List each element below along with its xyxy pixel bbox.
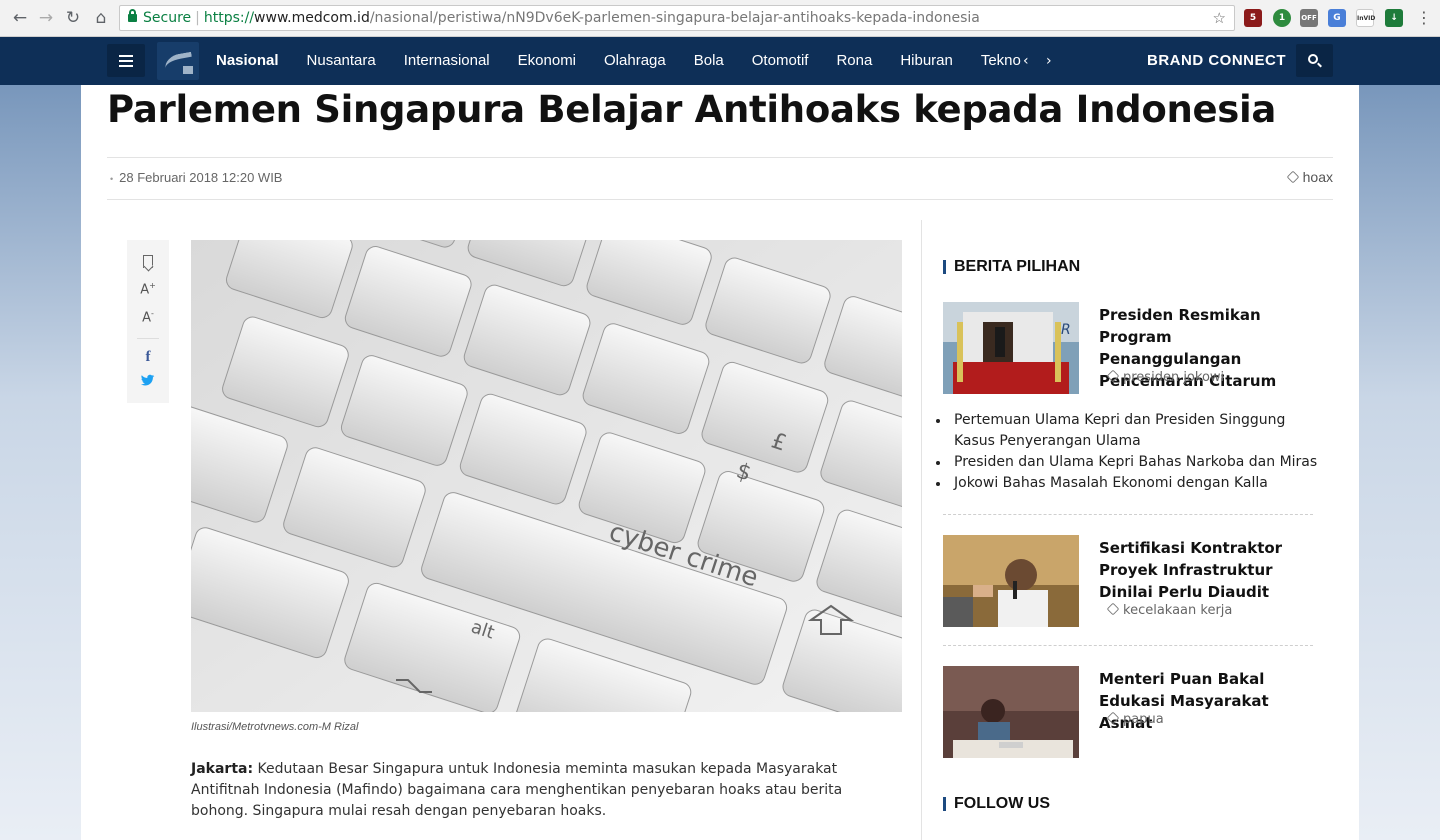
- bullet-dot: •: [110, 174, 114, 184]
- extension-green-icon[interactable]: 1: [1273, 9, 1291, 27]
- nav-item-ekonomi[interactable]: Ekonomi: [518, 37, 576, 85]
- nav-item-otomotif[interactable]: Otomotif: [752, 37, 809, 85]
- font-decrease-sign: -: [151, 309, 154, 318]
- related-news-item[interactable]: Jokowi Bahas Masalah Ekonomi dengan Kall…: [936, 473, 1326, 494]
- off-icon[interactable]: OFF: [1300, 9, 1318, 27]
- news-tag-link[interactable]: papua: [1106, 711, 1164, 727]
- font-increase-button[interactable]: A+: [127, 281, 169, 297]
- brand-connect-link[interactable]: BRAND CONNECT: [1147, 37, 1286, 85]
- article-lead: Jakarta: Kedutaan Besar Singapura untuk …: [191, 759, 881, 822]
- news-tag-label: presiden jokowi: [1123, 370, 1225, 385]
- lock-icon: [128, 9, 137, 22]
- font-increase-label: A: [140, 282, 150, 298]
- bookmark-star-icon[interactable]: ☆: [1213, 6, 1226, 30]
- search-icon[interactable]: [1296, 44, 1333, 77]
- nav-item-bola[interactable]: Bola: [694, 37, 724, 85]
- tag-icon: [1286, 170, 1300, 184]
- forward-icon[interactable]: →: [36, 8, 56, 28]
- home-icon[interactable]: ⌂: [91, 8, 111, 28]
- nav-item-olahraga[interactable]: Olahraga: [604, 37, 666, 85]
- download-icon[interactable]: ↓: [1385, 9, 1403, 27]
- dashed-divider: [943, 645, 1313, 646]
- secure-label: Secure: [143, 10, 192, 26]
- reload-icon[interactable]: ↻: [63, 8, 83, 28]
- browser-toolbar: ← → ↻ ⌂ Secure | https://www.medcom.id/nas…: [0, 0, 1440, 37]
- tag-icon: [1106, 369, 1120, 383]
- extension-green-badge: 1: [1278, 13, 1286, 23]
- news-tag-label: kecelakaan kerja: [1123, 603, 1233, 618]
- browser-menu-icon[interactable]: ⋮: [1416, 8, 1432, 27]
- url-path: /nasional/peristiwa/nN9Dv6eK-parlemen-si…: [369, 10, 980, 26]
- nav-item-nusantara[interactable]: Nusantara: [307, 37, 376, 85]
- svg-text:R: R: [1061, 322, 1071, 338]
- follow-us-heading: FOLLOW US: [943, 795, 1050, 813]
- nav-item-rona[interactable]: Rona: [836, 37, 872, 85]
- nav-item-internasional[interactable]: Internasional: [404, 37, 490, 85]
- url-host: www.medcom.id: [254, 10, 370, 26]
- facebook-share-icon[interactable]: f: [127, 349, 169, 366]
- nav-item-nasional[interactable]: Nasional: [216, 37, 279, 85]
- invid-badge: InVID: [1357, 15, 1376, 22]
- article-date-text: 28 Februari 2018 12:20 WIB: [119, 170, 283, 185]
- url-separator: |: [195, 10, 200, 26]
- url-scheme: https://: [203, 10, 255, 26]
- article-image: cyber crime alt £ $: [191, 240, 902, 712]
- invid-icon[interactable]: InVID: [1356, 9, 1376, 27]
- tools-divider: [137, 338, 159, 339]
- news-title-link[interactable]: Sertifikasi Kontraktor Proyek Infrastruk…: [1099, 537, 1319, 603]
- ublock-icon[interactable]: 5: [1244, 9, 1262, 27]
- nav-menu: Nasional Nusantara Internasional Ekonomi Ola…: [216, 37, 1031, 85]
- article-tools: A+ A- f: [127, 240, 169, 403]
- lead-text: Kedutaan Besar Singapura untuk Indonesia…: [191, 761, 843, 819]
- nav-item-tekno[interactable]: Tekno: [981, 37, 1021, 85]
- lead-location: Jakarta:: [191, 761, 254, 777]
- tag-icon: [1106, 711, 1120, 725]
- news-tag-link[interactable]: presiden jokowi: [1106, 369, 1225, 385]
- berita-pilihan-heading: BERITA PILIHAN: [943, 258, 1080, 276]
- hamburger-menu-icon[interactable]: [107, 44, 145, 77]
- bookmark-icon[interactable]: [143, 255, 153, 268]
- ublock-badge: 5: [1249, 13, 1257, 23]
- font-increase-sign: +: [149, 281, 156, 290]
- article-date: • 28 Februari 2018 12:20 WIB: [110, 170, 282, 185]
- column-divider: [921, 220, 922, 840]
- news-thumbnail[interactable]: R: [943, 302, 1079, 394]
- translate-icon[interactable]: G: [1328, 9, 1346, 27]
- image-caption: Ilustrasi/Metrotvnews.com-M Rizal: [191, 721, 359, 733]
- news-thumbnail[interactable]: [943, 535, 1079, 627]
- related-news-item[interactable]: Pertemuan Ulama Kepri dan Presiden Singg…: [936, 410, 1326, 452]
- font-decrease-label: A: [142, 310, 151, 326]
- article-tag-label: hoax: [1302, 169, 1333, 185]
- font-decrease-button[interactable]: A-: [127, 309, 169, 325]
- news-tag-link[interactable]: kecelakaan kerja: [1106, 602, 1233, 618]
- medcom-logo[interactable]: [157, 42, 199, 80]
- news-tag-label: papua: [1123, 712, 1164, 727]
- tag-icon: [1106, 602, 1120, 616]
- divider: [107, 199, 1333, 200]
- nav-prev-arrow-icon[interactable]: ‹: [1023, 37, 1033, 85]
- divider: [107, 157, 1333, 158]
- twitter-share-icon[interactable]: [127, 374, 169, 390]
- dashed-divider: [943, 514, 1313, 515]
- address-bar[interactable]: Secure | https://www.medcom.id/nasional/pe…: [119, 5, 1235, 31]
- article-tag-link[interactable]: hoax: [1286, 169, 1333, 185]
- off-badge: OFF: [1301, 14, 1317, 22]
- article-title: Parlemen Singapura Belajar Antihoaks kep…: [107, 88, 1277, 131]
- nav-item-hiburan[interactable]: Hiburan: [900, 37, 953, 85]
- page-background-left: [0, 37, 81, 840]
- page-background-right: [1359, 37, 1440, 840]
- related-news-item[interactable]: Presiden dan Ulama Kepri Bahas Narkoba d…: [936, 452, 1326, 473]
- news-thumbnail[interactable]: [943, 666, 1079, 758]
- nav-next-arrow-icon[interactable]: ›: [1046, 37, 1052, 85]
- back-icon[interactable]: ←: [10, 8, 30, 28]
- related-news-list: Pertemuan Ulama Kepri dan Presiden Singg…: [936, 410, 1326, 494]
